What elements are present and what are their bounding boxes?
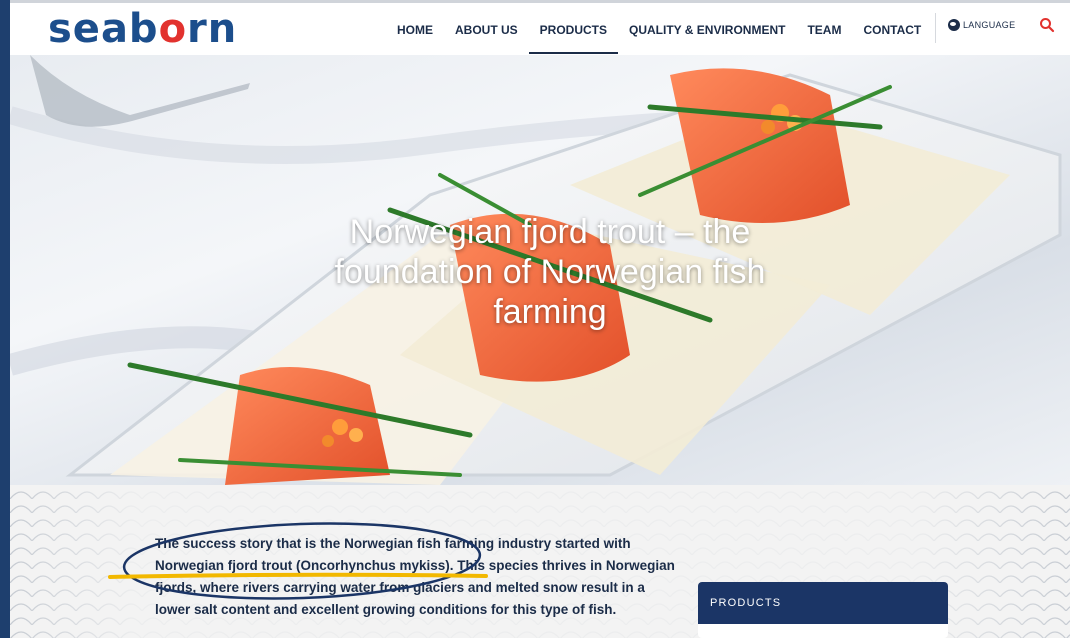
nav-team[interactable]: TEAM xyxy=(807,23,841,37)
language-selector[interactable]: LANGUAGE xyxy=(948,19,1015,31)
page-frame: seaborn HOME ABOUT US PRODUCTS QUALITY &… xyxy=(10,0,1070,638)
nav-divider xyxy=(935,13,936,43)
hero-title: Norwegian fjord trout – the foundation o… xyxy=(334,213,766,331)
annotation-underline xyxy=(108,572,488,579)
annotation-overlay xyxy=(108,522,488,600)
site-header: seaborn HOME ABOUT US PRODUCTS QUALITY &… xyxy=(10,0,1070,55)
nav-contact[interactable]: CONTACT xyxy=(863,23,921,37)
nav-products[interactable]: PRODUCTS xyxy=(528,23,619,54)
main-nav: HOME ABOUT US PRODUCTS QUALITY & ENVIRON… xyxy=(397,19,943,54)
logo-text-dot: o xyxy=(158,6,188,52)
seaborn-logo[interactable]: seaborn xyxy=(48,7,237,51)
nav-about-us[interactable]: ABOUT US xyxy=(455,23,518,37)
nav-quality-environment[interactable]: QUALITY & ENVIRONMENT xyxy=(629,23,785,37)
logo-text-left: seab xyxy=(48,6,159,52)
hero-banner: Norwegian fjord trout – the foundation o… xyxy=(10,55,1070,485)
annotation-ellipse xyxy=(122,522,482,600)
logo-text-right: rn xyxy=(187,6,238,52)
globe-icon xyxy=(948,19,960,31)
search-icon[interactable] xyxy=(1039,17,1055,33)
nav-home[interactable]: HOME xyxy=(397,23,433,37)
language-label: LANGUAGE xyxy=(963,20,1016,30)
